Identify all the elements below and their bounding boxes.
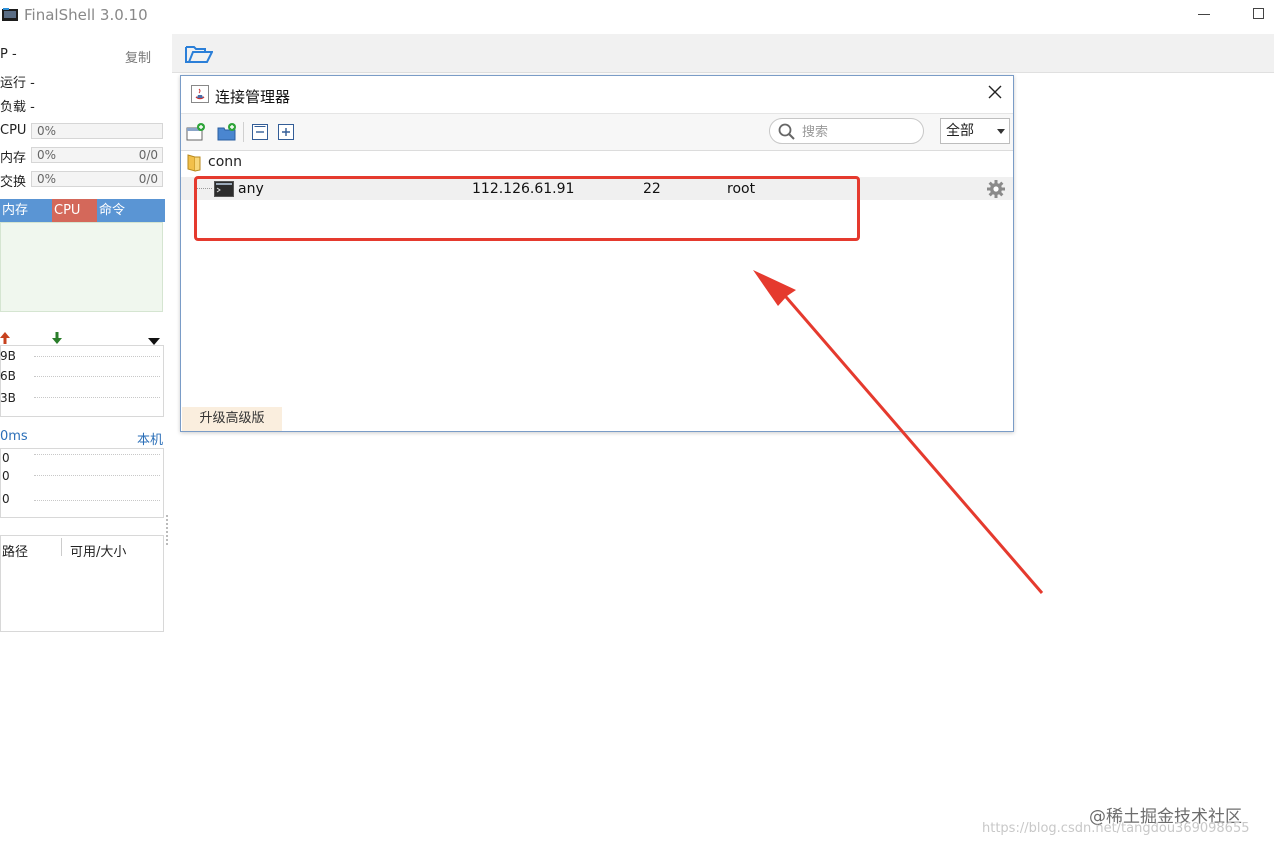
- net-tick: 6B: [0, 369, 16, 383]
- swap-usage-bar: 0% 0/0: [31, 171, 163, 187]
- search-icon: [778, 123, 796, 145]
- monitor-tabs: 内存 CPU 命令: [0, 199, 165, 222]
- folder-icon: [186, 154, 204, 176]
- annotation-arrow: [753, 270, 1044, 594]
- java-app-icon: [191, 85, 209, 107]
- new-connection-icon[interactable]: [186, 123, 205, 141]
- dialog-toolbar: 全部: [181, 113, 1013, 151]
- watermark-url: https://blog.csdn.net/tangdou369098655: [982, 821, 1250, 836]
- tab-cpu[interactable]: CPU: [52, 199, 97, 222]
- cpu-usage-bar: 0%: [31, 123, 163, 139]
- search-input[interactable]: [800, 122, 919, 142]
- cpu-label: CPU: [0, 123, 27, 138]
- net-tick: 3B: [0, 391, 16, 405]
- group-filter-value: 全部: [946, 123, 974, 139]
- cpu-value: 0%: [37, 124, 57, 138]
- process-list: [0, 222, 163, 312]
- new-folder-icon[interactable]: [217, 123, 236, 141]
- finalshell-app-icon: [2, 7, 18, 21]
- ping-tick: 0: [2, 451, 10, 465]
- panel-resize-handle[interactable]: [166, 515, 171, 545]
- minimize-button[interactable]: [1198, 14, 1210, 15]
- disk-header-size[interactable]: 可用/大小: [70, 541, 126, 560]
- network-graph: [0, 345, 164, 417]
- swap-label: 交换: [0, 175, 27, 190]
- mem-value: 0%: [37, 148, 57, 162]
- highlight-box: [194, 176, 860, 241]
- maximize-button[interactable]: [1253, 8, 1264, 19]
- ping-graph: [0, 448, 164, 518]
- ping-host[interactable]: 本机: [137, 429, 163, 448]
- gear-icon[interactable]: [986, 179, 1006, 203]
- mem-label: 内存: [0, 151, 27, 166]
- disk-header-path[interactable]: 路径: [2, 541, 28, 560]
- upgrade-button[interactable]: 升级高级版: [182, 407, 282, 431]
- ip-label: P -: [0, 47, 17, 62]
- group-filter-select[interactable]: 全部: [940, 118, 1010, 144]
- close-icon[interactable]: [986, 85, 1004, 103]
- ping-tick: 0: [2, 492, 10, 506]
- title-bar: FinalShell 3.0.10: [0, 0, 1274, 32]
- mem-usage-bar: 0% 0/0: [31, 147, 163, 163]
- ping-tick: 0: [2, 469, 10, 483]
- collapse-all-icon[interactable]: [251, 123, 269, 140]
- main-toolbar: [172, 34, 1274, 73]
- expand-all-icon[interactable]: [277, 123, 295, 140]
- net-tick: 9B: [0, 349, 16, 363]
- dialog-title: 连接管理器: [215, 88, 291, 106]
- ping-label: 0ms: [0, 429, 28, 444]
- run-label: 运行 -: [0, 76, 35, 91]
- copy-button[interactable]: 复制: [125, 47, 151, 66]
- tree-folder-conn[interactable]: conn: [208, 154, 242, 170]
- swap-value: 0%: [37, 172, 57, 186]
- tab-memory[interactable]: 内存: [0, 199, 52, 222]
- window-title: FinalShell 3.0.10: [24, 6, 148, 24]
- load-label: 负载 -: [0, 100, 35, 115]
- mem-ratio: 0/0: [138, 148, 158, 162]
- chevron-down-icon: [997, 129, 1005, 134]
- search-box: [769, 118, 924, 144]
- tab-command[interactable]: 命令: [97, 199, 165, 222]
- swap-ratio: 0/0: [138, 172, 158, 186]
- open-folder-icon[interactable]: [185, 44, 214, 68]
